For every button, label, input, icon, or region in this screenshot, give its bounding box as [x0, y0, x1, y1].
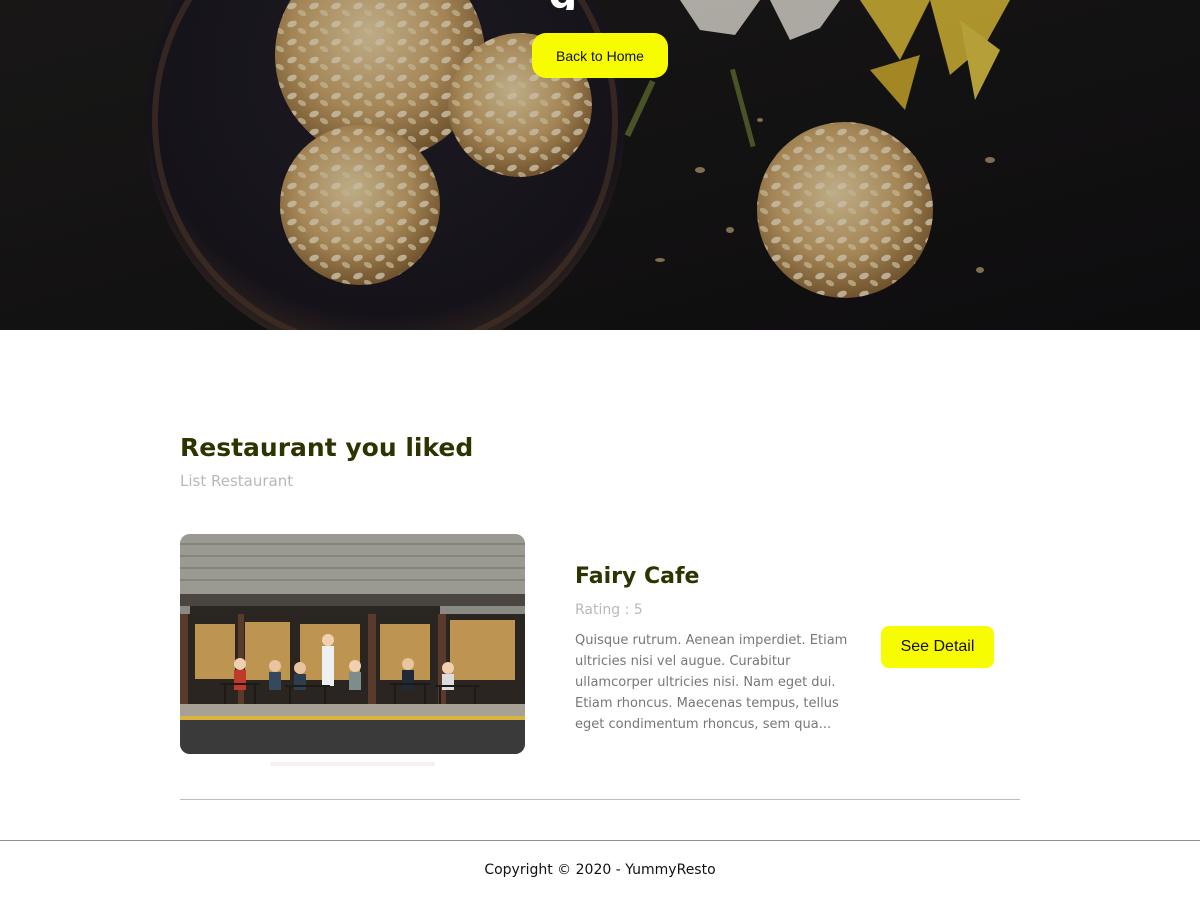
restaurant-description: Quisque rutrum. Aenean imperdiet. Etiam …	[575, 633, 848, 732]
section-subtitle: List Restaurant	[180, 472, 294, 490]
see-detail-button[interactable]: See Detail	[881, 626, 994, 668]
restaurant-photo	[180, 534, 525, 754]
card-image-shadow	[270, 762, 435, 766]
page-title: g	[548, 0, 578, 10]
hero-banner: g Back to Home	[0, 0, 1200, 330]
copyright-text: Copyright © 2020 - YummyResto	[484, 862, 716, 878]
restaurant-image[interactable]	[180, 534, 525, 754]
restaurant-rating: Rating : 5	[575, 602, 643, 618]
back-to-home-button[interactable]: Back to Home	[532, 33, 668, 78]
restaurant-card: Fairy Cafe Rating : 5 Quisque rutrum. Ae…	[180, 534, 1020, 774]
divider	[180, 799, 1020, 800]
footer: Copyright © 2020 - YummyResto	[0, 840, 1200, 900]
main-content: Restaurant you liked List Restaurant Fai…	[0, 330, 1200, 840]
restaurant-name[interactable]: Fairy Cafe	[575, 564, 699, 589]
section-title: Restaurant you liked	[180, 433, 474, 462]
